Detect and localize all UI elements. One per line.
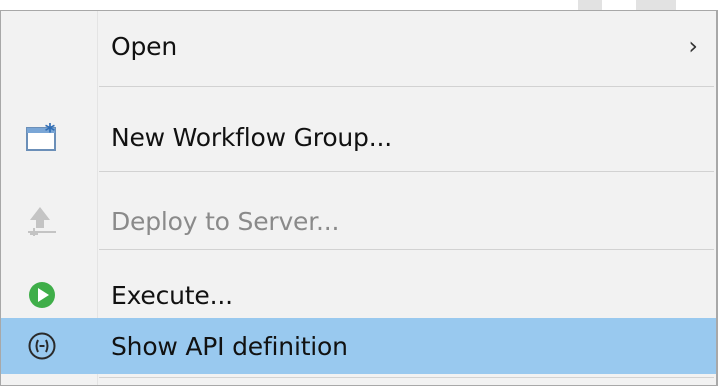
menu-item-open[interactable]: Open › — [1, 16, 716, 76]
menu-separator — [99, 377, 714, 378]
deploy-arrow-icon — [25, 204, 59, 238]
menu-item-label: New Workflow Group... — [111, 122, 392, 152]
menu-item-label: Open — [111, 31, 177, 61]
menu-item-label: Show API definition — [111, 331, 348, 361]
menu-item-execute[interactable]: Execute... — [1, 265, 716, 325]
play-circle-icon — [25, 278, 59, 312]
menu-separator — [99, 86, 714, 87]
screenshot-stage: Open › * New Workflow Group... Deploy to… — [0, 0, 720, 386]
svg-text:*: * — [45, 122, 56, 143]
menu-separator — [99, 249, 714, 250]
chevron-right-icon: › — [688, 32, 698, 60]
menu-separator — [99, 171, 714, 172]
api-brackets-icon — [25, 329, 59, 363]
menu-item-show-api-definition[interactable]: Show API definition — [1, 318, 716, 374]
menu-item-label: Execute... — [111, 280, 233, 310]
context-menu: Open › * New Workflow Group... Deploy to… — [0, 10, 718, 386]
new-window-star-icon: * — [25, 120, 59, 154]
menu-item-label: Deploy to Server... — [111, 206, 340, 236]
menu-item-new-workflow-group[interactable]: * New Workflow Group... — [1, 107, 716, 167]
menu-item-deploy-to-server[interactable]: Deploy to Server... — [1, 191, 716, 251]
